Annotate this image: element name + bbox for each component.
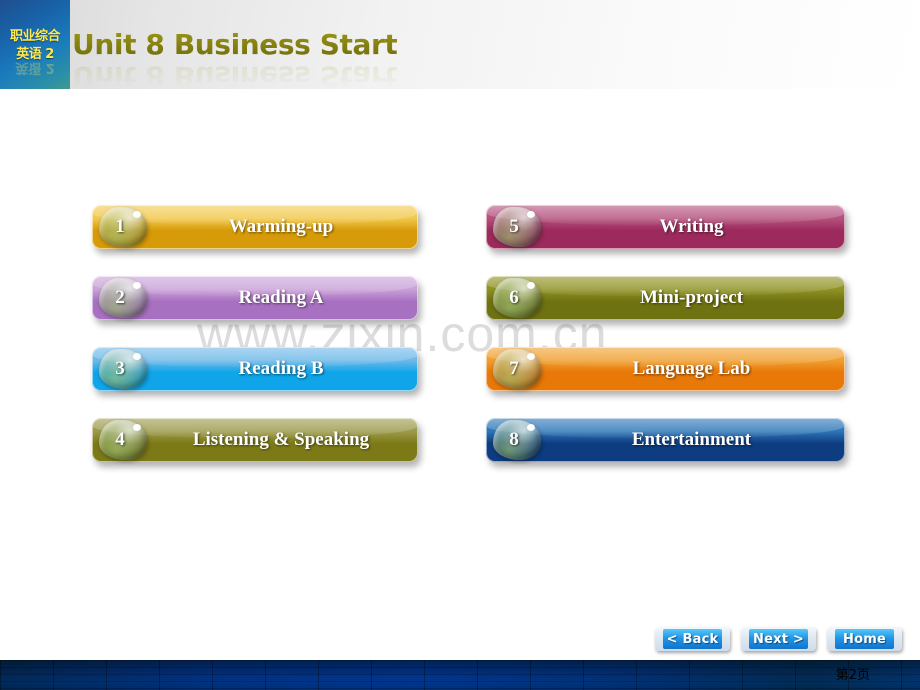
logo-line-1: 职业综合 bbox=[9, 29, 61, 44]
back-button-label: < Back bbox=[663, 629, 722, 649]
menu-column-left: 1 Warming-up 2 Reading A 3 Reading B 4 Listenin… bbox=[92, 205, 418, 489]
footer-grid-horizontal bbox=[0, 660, 920, 690]
menu-button-number: 3 bbox=[115, 358, 125, 379]
logo-reflection: 英语 2 bbox=[15, 60, 55, 75]
menu-item-7[interactable]: 7 Language Lab bbox=[486, 347, 845, 391]
page-number: 第2页 bbox=[835, 668, 870, 683]
water-drop-icon: 3 bbox=[99, 349, 147, 389]
navigation-bar: < Back Next > Home bbox=[655, 627, 902, 651]
slide-footer: 第2页 bbox=[0, 660, 920, 690]
menu-button-label: Mini-project bbox=[639, 287, 744, 308]
next-button[interactable]: Next > bbox=[741, 627, 816, 651]
water-drop-icon: 4 bbox=[99, 420, 147, 460]
water-drop-icon: 5 bbox=[493, 207, 541, 247]
course-logo: 职业综合 英语 2 英语 2 bbox=[0, 0, 70, 89]
menu-item-2[interactable]: 2 Reading A bbox=[92, 276, 418, 320]
page-title: Unit 8 Business Start bbox=[72, 28, 398, 61]
water-drop-icon: 8 bbox=[493, 420, 541, 460]
menu-button-number: 6 bbox=[509, 287, 519, 308]
page-title-reflection: Unit 8 Business Start bbox=[72, 60, 398, 93]
menu-button-number: 5 bbox=[509, 216, 519, 237]
menu-button-label: Reading B bbox=[238, 358, 324, 379]
menu-button-number: 2 bbox=[115, 287, 125, 308]
menu-button-label: Language Lab bbox=[632, 358, 751, 379]
menu-item-1[interactable]: 1 Warming-up bbox=[92, 205, 418, 249]
menu-button-number: 1 bbox=[115, 216, 125, 237]
menu-item-6[interactable]: 6 Mini-project bbox=[486, 276, 845, 320]
slide-header: 职业综合 英语 2 英语 2 Unit 8 Business Start Uni… bbox=[0, 0, 920, 93]
menu-button-number: 8 bbox=[509, 429, 519, 450]
menu-button-number: 4 bbox=[115, 429, 125, 450]
menu-button-label: Writing bbox=[659, 216, 724, 237]
home-button[interactable]: Home bbox=[827, 627, 902, 651]
menu-item-8[interactable]: 8 Entertainment bbox=[486, 418, 845, 462]
water-drop-icon: 1 bbox=[99, 207, 147, 247]
menu-button-label: Reading A bbox=[238, 287, 324, 308]
menu-item-5[interactable]: 5 Writing bbox=[486, 205, 845, 249]
menu-button-label: Entertainment bbox=[631, 429, 752, 450]
menu-button-label: Warming-up bbox=[228, 216, 334, 237]
water-drop-icon: 2 bbox=[99, 278, 147, 318]
back-button[interactable]: < Back bbox=[655, 627, 730, 651]
menu-column-right: 5 Writing 6 Mini-project 7 Language Lab 8 Enter… bbox=[486, 205, 845, 489]
menu-item-4[interactable]: 4 Listening & Speaking bbox=[92, 418, 418, 462]
menu-button-label: Listening & Speaking bbox=[192, 429, 370, 450]
next-button-label: Next > bbox=[749, 629, 808, 649]
home-button-label: Home bbox=[835, 629, 894, 649]
water-drop-icon: 6 bbox=[493, 278, 541, 318]
menu-item-3[interactable]: 3 Reading B bbox=[92, 347, 418, 391]
water-drop-icon: 7 bbox=[493, 349, 541, 389]
menu-button-number: 7 bbox=[509, 358, 519, 379]
